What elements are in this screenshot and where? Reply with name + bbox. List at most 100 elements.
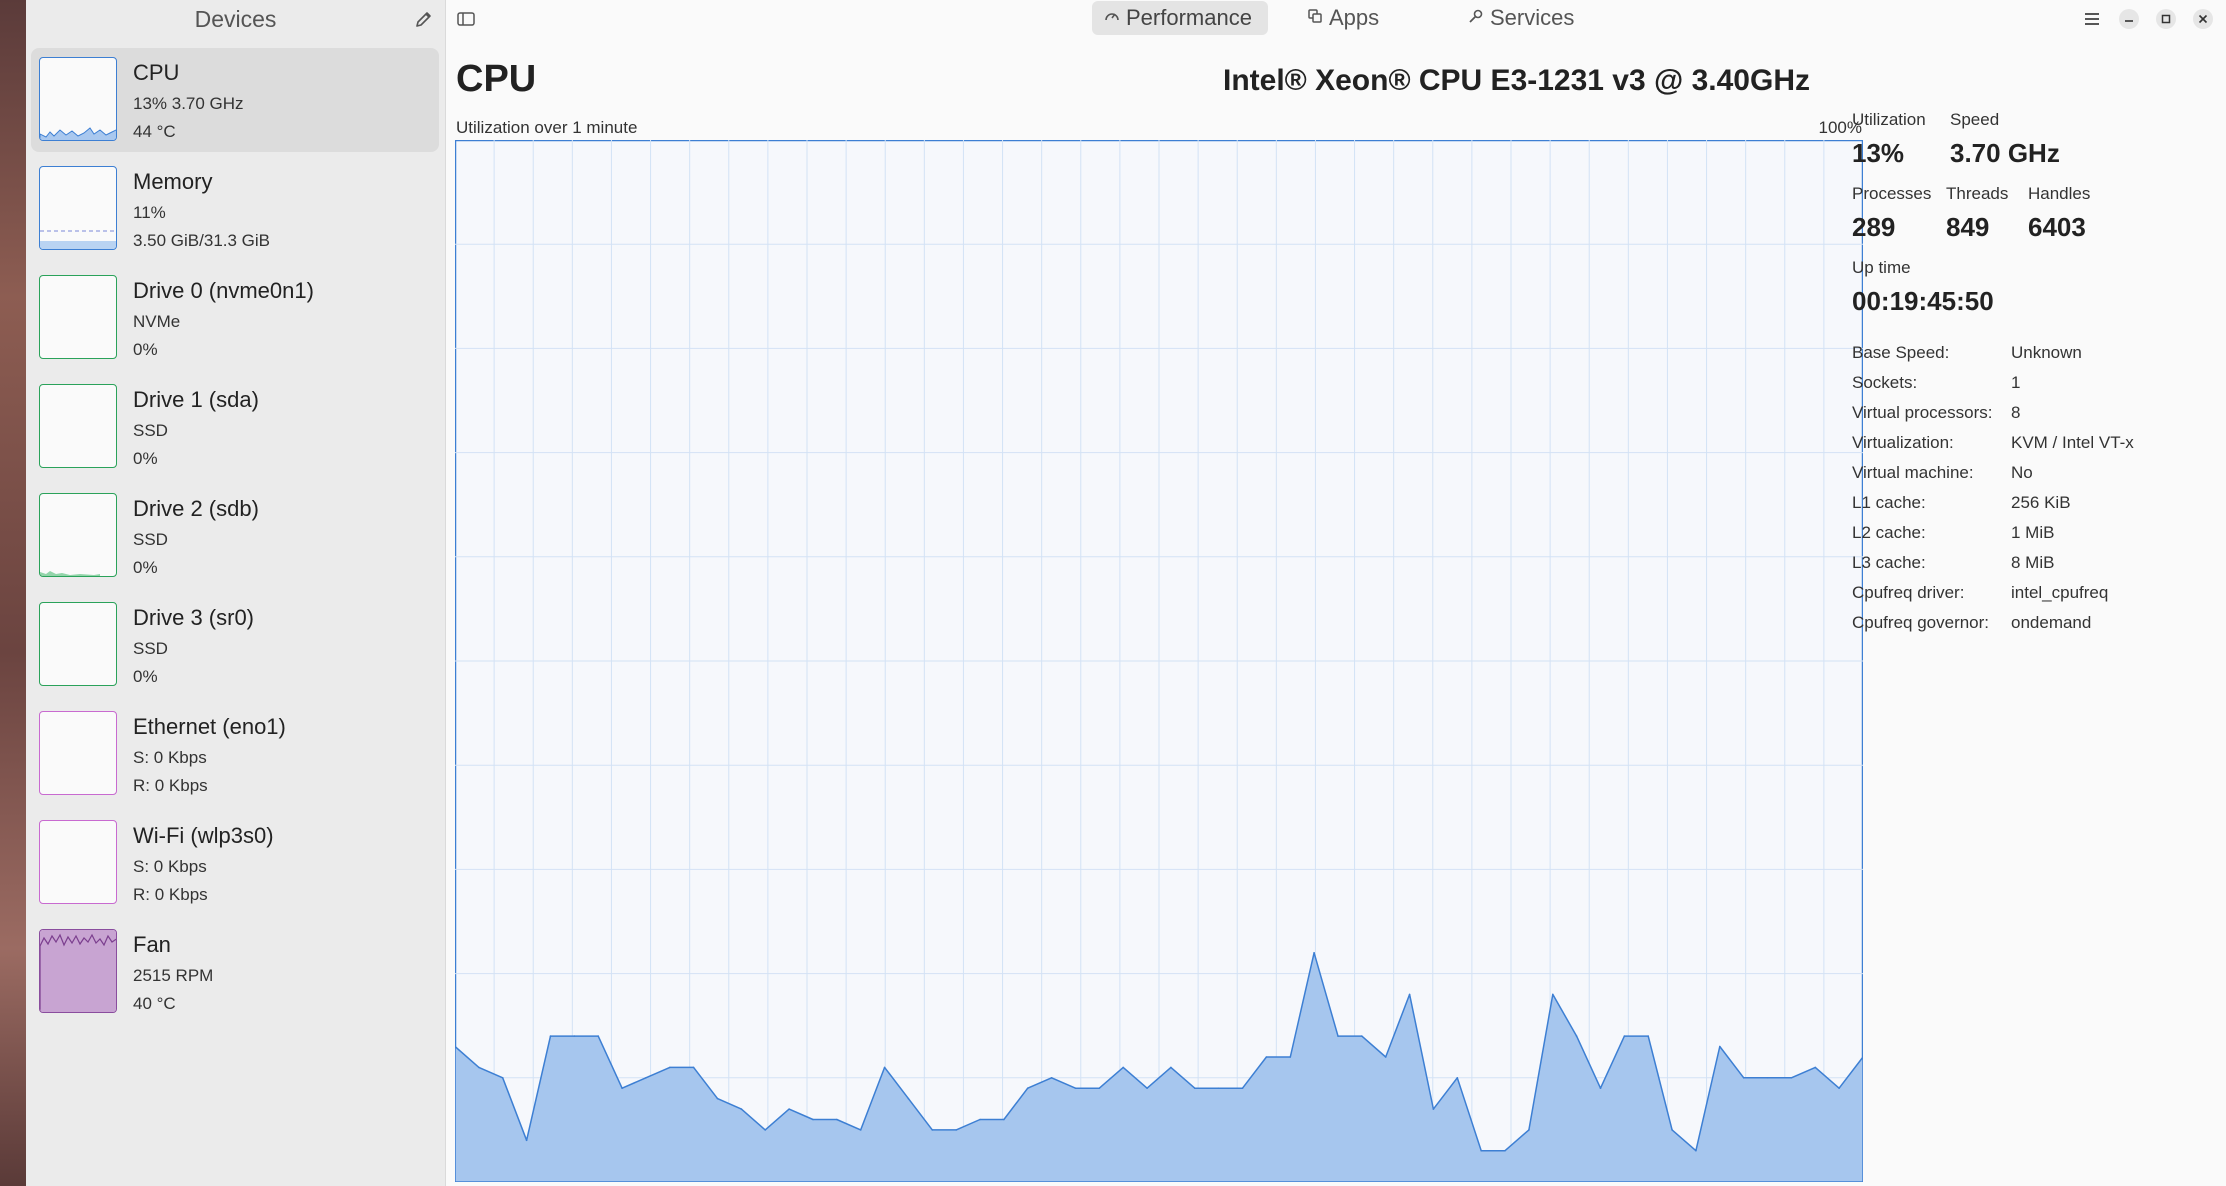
device-thumbnail-graph <box>39 384 117 468</box>
sidebar-item-drive-1[interactable]: Drive 1 (sda) SSD 0% <box>31 375 439 479</box>
cpu-usage-point <box>1289 1056 1292 1058</box>
sidebar-item-memory[interactable]: Memory 11% 3.50 GiB/31.3 GiB <box>31 157 439 261</box>
device-list: CPU 13% 3.70 GHz 44 °C Memory 11% 3.50 GiB/31… <box>31 48 439 1029</box>
sidebar-item-cpu[interactable]: CPU 13% 3.70 GHz 44 °C <box>31 48 439 152</box>
device-thumbnail-graph <box>39 493 117 577</box>
cpu-usage-point <box>1456 1077 1459 1079</box>
cpu-usage-point <box>1790 1077 1793 1079</box>
device-info-line-1: NVMe <box>133 312 181 331</box>
threads-label: Threads <box>1946 184 2009 203</box>
device-info-line-2: R: 0 Kbps <box>133 776 208 795</box>
cpu-usage-point <box>1695 1149 1697 1152</box>
gear-icon <box>1468 8 1484 28</box>
cpu-usage-point <box>1241 1087 1244 1089</box>
close-icon[interactable] <box>2191 7 2215 31</box>
hamburger-menu-icon[interactable] <box>2080 7 2104 31</box>
cpu-usage-point <box>501 1077 504 1079</box>
cpu-usage-point <box>1575 1035 1578 1037</box>
device-name: Fan <box>133 932 171 957</box>
cpu-usage-point <box>1098 1087 1101 1089</box>
device-info-line-1: SSD <box>133 639 168 658</box>
cpu-usage-point <box>645 1077 647 1079</box>
cpu-usage-point <box>1337 1035 1339 1037</box>
device-name: Drive 3 (sr0) <box>133 605 255 630</box>
cpu-usage-point <box>1719 1045 1721 1048</box>
detail-value: No <box>2011 463 2033 482</box>
tab-services-label: Services <box>1490 5 1575 30</box>
cpu-usage-point <box>1552 993 1554 996</box>
sidebar-title: Devices <box>194 6 277 32</box>
edit-pencil-icon[interactable] <box>413 8 435 30</box>
device-thumbnail-graph <box>39 820 117 904</box>
device-name: Drive 1 (sda) <box>133 387 259 412</box>
device-info-line-2: 0% <box>133 558 158 577</box>
device-info-line-1: 11% <box>133 203 166 222</box>
device-info-line-2: R: 0 Kbps <box>133 885 208 904</box>
device-info-line-1: S: 0 Kbps <box>133 748 207 767</box>
sidebar-item-drive-3[interactable]: Drive 3 (sr0) SSD 0% <box>31 593 439 697</box>
cpu-usage-point <box>1003 1118 1005 1121</box>
cpu-usage-point <box>478 1066 480 1069</box>
sidebar-item-ethernet[interactable]: Ethernet (eno1) S: 0 Kbps R: 0 Kbps <box>31 702 439 806</box>
cpu-usage-point <box>883 1066 886 1069</box>
cpu-usage-point <box>931 1129 934 1131</box>
page-title: CPU <box>456 58 537 100</box>
cpu-usage-point <box>1217 1087 1220 1089</box>
tab-services[interactable]: Services <box>1456 1 1616 35</box>
gauge-icon <box>1104 8 1120 28</box>
cpu-usage-point <box>1122 1066 1124 1069</box>
minimize-icon[interactable] <box>2117 7 2141 31</box>
sidebar-header: Devices <box>26 0 445 38</box>
utilization-label: Utilization <box>1852 110 1926 129</box>
device-name: Drive 2 (sdb) <box>133 496 259 521</box>
tab-apps[interactable]: Apps <box>1295 1 1410 35</box>
cpu-usage-point <box>1313 952 1315 954</box>
cpu-usage-point <box>1384 1056 1387 1058</box>
cpu-usage-point <box>1074 1087 1077 1089</box>
tab-performance[interactable]: Performance <box>1092 1 1268 35</box>
cpu-usage-point <box>955 1129 957 1131</box>
handles-label: Handles <box>2028 184 2091 203</box>
maximize-icon[interactable] <box>2154 7 2178 31</box>
cpu-usage-point <box>525 1139 528 1142</box>
cpu-usage-point <box>1408 993 1411 996</box>
cpu-usage-point <box>788 1108 790 1110</box>
cpu-usage-point <box>979 1118 981 1121</box>
speed-value: 3.70 GHz <box>1950 138 2060 168</box>
uptime-label: Up time <box>1852 258 1911 277</box>
graph-max-label: 100% <box>1818 118 1862 137</box>
processes-label: Processes <box>1852 184 1932 203</box>
sidebar-item-drive-2[interactable]: Drive 2 (sdb) SSD 0% <box>31 484 439 588</box>
detail-key: Virtualization: <box>1852 433 1954 452</box>
detail-key: Virtual processors: <box>1852 403 1993 422</box>
device-thumbnail-graph <box>39 711 117 795</box>
cpu-usage-point <box>907 1097 910 1100</box>
speed-label: Speed <box>1950 110 2000 129</box>
device-info-line-1: 2515 RPM <box>133 966 214 985</box>
detail-value: intel_cpufreq <box>2011 583 2109 602</box>
cpu-usage-point <box>1504 1149 1506 1152</box>
header-bar: Performance Apps Services <box>445 0 2226 38</box>
sidebar-item-drive-0[interactable]: Drive 0 (nvme0n1) NVMe 0% <box>31 266 439 370</box>
cpu-usage-point <box>1814 1066 1817 1069</box>
threads-value: 849 <box>1946 212 1990 242</box>
view-tabs: Performance Apps Services <box>445 0 2226 38</box>
device-name: Memory <box>133 169 213 194</box>
device-info-line-2: 0% <box>133 340 158 359</box>
device-info-line-1: SSD <box>133 421 168 440</box>
cpu-model: Intel® Xeon® CPU E3-1231 v3 @ 3.40GHz <box>1222 64 1810 97</box>
cpu-usage-point <box>1050 1077 1053 1079</box>
device-info-line-1: 13% 3.70 GHz <box>133 94 244 113</box>
sidebar-item-wi-fi[interactable]: Wi-Fi (wlp3s0) S: 0 Kbps R: 0 Kbps <box>31 811 439 915</box>
cpu-usage-point <box>597 1035 599 1037</box>
cpu-usage-point <box>1170 1066 1172 1069</box>
cpu-usage-point <box>1623 1035 1626 1037</box>
detail-key: Sockets: <box>1852 373 1918 392</box>
cpu-usage-point <box>1146 1087 1148 1089</box>
cpu-usage-point <box>1528 1129 1530 1131</box>
cpu-usage-point <box>1671 1129 1673 1131</box>
cpu-usage-point <box>1432 1108 1435 1110</box>
sidebar-item-fan[interactable]: Fan 2515 RPM 40 °C <box>31 920 439 1024</box>
cpu-usage-point <box>692 1066 695 1069</box>
cpu-usage-point <box>859 1129 862 1131</box>
